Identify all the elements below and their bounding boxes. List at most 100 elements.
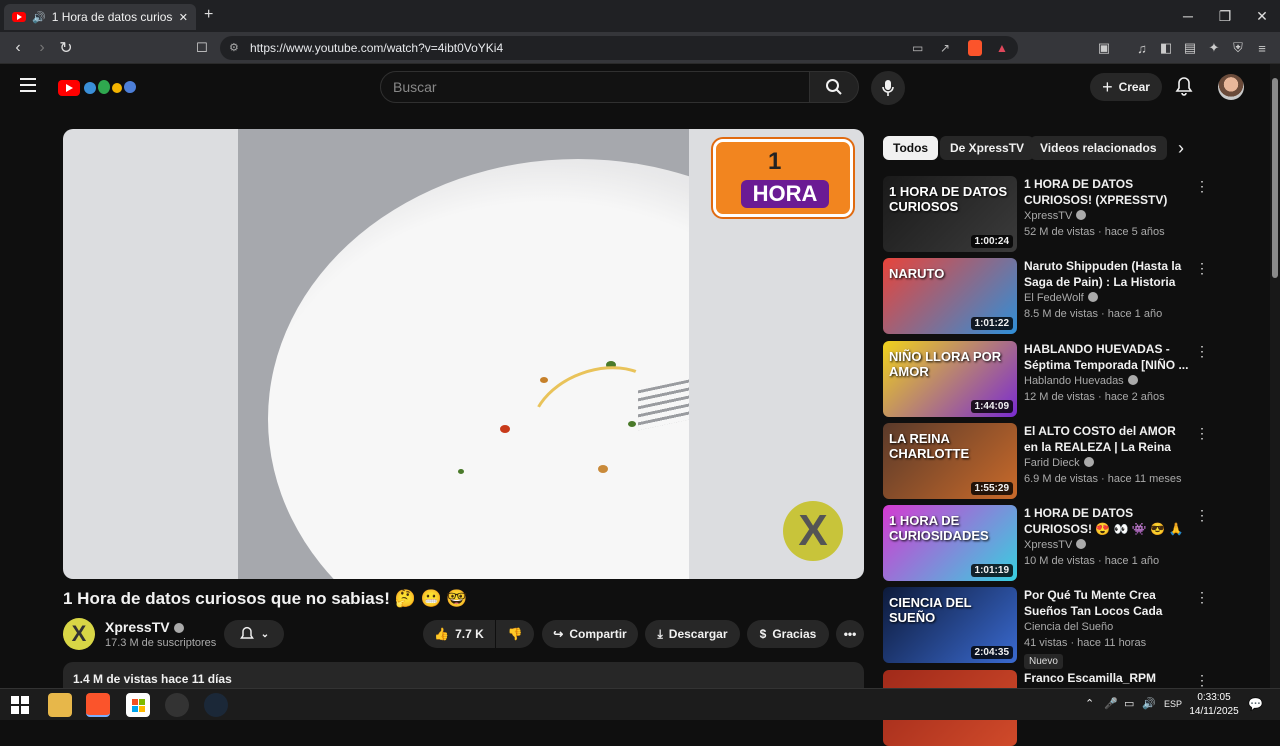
more-vertical-icon[interactable]: ⋮ <box>1195 178 1209 195</box>
recommended-channel-name[interactable]: XpressTV <box>1024 210 1087 222</box>
file-explorer-icon[interactable] <box>48 693 72 717</box>
recommended-channel-name[interactable]: Hablando Huevadas <box>1024 375 1138 387</box>
thanks-button[interactable]: $ Gracias <box>747 620 829 648</box>
video-thumbnail[interactable]: NARUTO 1:01:22 <box>883 258 1017 334</box>
search-button[interactable] <box>809 71 859 103</box>
recommended-video-title[interactable]: HABLANDO HUEVADAS - Séptima Temporada [N… <box>1024 341 1189 373</box>
tab-close-icon[interactable]: ✕ <box>179 11 188 24</box>
notification-center-icon[interactable]: 💬 <box>1248 697 1263 711</box>
share-label: Compartir <box>569 627 627 641</box>
system-clock[interactable]: 0:33:05 14/11/2025 <box>1188 691 1240 719</box>
video-thumbnail[interactable]: NIÑO LLORA POR AMOR 1:44:09 <box>883 341 1017 417</box>
download-button[interactable]: ⤓ Descargar <box>645 620 740 648</box>
user-avatar[interactable] <box>1218 74 1244 100</box>
forward-icon[interactable]: › <box>30 36 54 60</box>
like-button[interactable]: 👍 7.7 K <box>423 620 495 648</box>
cast-icon[interactable]: ▭ <box>912 36 923 60</box>
video-duration: 1:01:22 <box>970 317 1013 330</box>
network-icon[interactable]: ▭ <box>1124 697 1134 710</box>
more-vertical-icon[interactable]: ⋮ <box>1195 589 1209 606</box>
recommended-video[interactable]: 1 HORA DE CURIOSIDADES 1:01:19 1 HORA DE D… <box>883 505 1213 581</box>
chips-next-icon[interactable]: › <box>1178 138 1184 159</box>
language-indicator[interactable]: ESP <box>1164 699 1182 709</box>
chip-todos[interactable]: Todos <box>883 136 939 160</box>
back-icon[interactable]: ‹ <box>6 36 30 60</box>
microphone-tray-icon[interactable]: 🎤 <box>1104 697 1118 710</box>
youtube-logo[interactable] <box>58 78 138 98</box>
notifications-button[interactable] <box>1174 76 1196 98</box>
recommended-video[interactable]: 1 HORA DE DATOS CURIOSOS 1:00:24 1 HORA DE… <box>883 176 1213 252</box>
sidebar-icon[interactable]: ◧ <box>1158 40 1174 56</box>
recommended-video-title[interactable]: El ALTO COSTO del AMOR en la REALEZA | L… <box>1024 423 1189 455</box>
new-tab-button[interactable]: + <box>204 6 213 24</box>
brave-shield-icon[interactable] <box>968 40 982 56</box>
more-actions-button[interactable]: ••• <box>836 620 864 648</box>
windows-start-icon[interactable] <box>8 693 32 717</box>
share-icon[interactable]: ↗ <box>940 36 950 60</box>
dislike-button[interactable]: 👎 <box>496 620 534 648</box>
recommended-video[interactable]: LA REINA CHARLOTTE 1:55:29 El ALTO COSTO d… <box>883 423 1213 499</box>
recommended-video-title[interactable]: 1 HORA DE DATOS CURIOSOS! 😍 👀 👾 😎 🙏 [Xpr… <box>1024 505 1189 537</box>
chip-videos-relacionados[interactable]: Videos relacionados <box>1030 136 1167 160</box>
brave-rewards-icon[interactable]: ▲ <box>996 36 1008 60</box>
channel-avatar[interactable]: X <box>63 618 95 650</box>
video-duration: 1:01:19 <box>970 564 1013 577</box>
video-thumbnail[interactable]: 1 HORA DE DATOS CURIOSOS 1:00:24 <box>883 176 1017 252</box>
more-horizontal-icon: ••• <box>843 627 857 641</box>
recommended-channel-name[interactable]: XpressTV <box>1024 539 1087 551</box>
steam-icon[interactable] <box>204 693 228 717</box>
search-input[interactable]: Buscar <box>380 71 810 103</box>
volume-icon[interactable]: 🔊 <box>1142 697 1156 710</box>
more-vertical-icon[interactable]: ⋮ <box>1195 343 1209 360</box>
video-player[interactable]: 1 HORA X <box>63 129 864 579</box>
recommended-video[interactable]: CIENCIA DEL SUEÑO 2:04:35 Por Qué Tu Mente… <box>883 587 1213 669</box>
page-scrollbar[interactable] <box>1270 64 1280 688</box>
share-button[interactable]: ↪ Compartir <box>542 620 638 648</box>
browser-menu-icon[interactable]: ≡ <box>1254 40 1270 56</box>
recommended-video[interactable]: NARUTO 1:01:22 Naruto Shippuden (Hasta la … <box>883 258 1213 334</box>
bookmark-icon[interactable]: ☐ <box>190 36 214 60</box>
subscription-bell-button[interactable]: ⌄ <box>224 620 284 648</box>
recommended-channel-name[interactable]: El FedeWolf <box>1024 292 1098 304</box>
restore-button[interactable]: ❐ <box>1207 0 1243 32</box>
recommended-video[interactable]: NIÑO LLORA POR AMOR 1:44:09 HABLANDO HUEVA… <box>883 341 1213 417</box>
video-thumbnail[interactable]: LA REINA CHARLOTTE 1:55:29 <box>883 423 1017 499</box>
video-thumbnail[interactable]: CIENCIA DEL SUEÑO 2:04:35 <box>883 587 1017 663</box>
recommended-video-title[interactable]: Naruto Shippuden (Hasta la Saga de Pain)… <box>1024 258 1189 290</box>
more-vertical-icon[interactable]: ⋮ <box>1195 507 1209 524</box>
site-info-icon[interactable]: ⚙ <box>229 36 239 60</box>
music-icon[interactable]: ♫ <box>1134 40 1150 56</box>
more-vertical-icon[interactable]: ⋮ <box>1195 672 1209 689</box>
wallet-icon[interactable]: ▤ <box>1182 40 1198 56</box>
address-bar[interactable]: ⚙ https://www.youtube.com/watch?v=4ibt0V… <box>220 36 1018 60</box>
recommended-channel-name[interactable]: Farid Dieck <box>1024 457 1094 469</box>
brave-browser-icon[interactable] <box>86 693 110 717</box>
reload-icon[interactable]: ↻ <box>54 36 78 60</box>
microsoft-store-icon[interactable] <box>126 693 150 717</box>
obs-studio-icon[interactable] <box>165 693 189 717</box>
scrollbar-thumb[interactable] <box>1272 78 1278 278</box>
close-window-button[interactable]: ✕ <box>1244 0 1280 32</box>
tray-chevron-up-icon[interactable]: ⌃ <box>1085 697 1094 710</box>
recommended-channel-name[interactable]: Ciencia del Sueño <box>1024 621 1113 633</box>
recommended-video-title[interactable]: 1 HORA DE DATOS CURIOSOS! (XPRESSTV) <box>1024 176 1189 208</box>
video-duration: 1:00:24 <box>970 235 1013 248</box>
leo-ai-icon[interactable]: ✦ <box>1206 40 1222 56</box>
video-thumbnail[interactable]: 1 HORA DE CURIOSIDADES 1:01:19 <box>883 505 1017 581</box>
minimize-button[interactable]: ─ <box>1170 0 1206 32</box>
create-button[interactable]: + Crear <box>1090 73 1162 101</box>
badge-text: HORA <box>741 180 829 208</box>
channel-name[interactable]: XpressTV <box>105 619 184 635</box>
recommended-video-title[interactable]: Por Qué Tu Mente Crea Sueños Tan Locos C… <box>1024 587 1189 619</box>
more-vertical-icon[interactable]: ⋮ <box>1195 260 1209 277</box>
hamburger-icon[interactable] <box>20 78 36 92</box>
vpn-icon[interactable]: ⛨ <box>1230 40 1246 56</box>
more-vertical-icon[interactable]: ⋮ <box>1195 425 1209 442</box>
audio-playing-icon[interactable]: 🔊 <box>32 11 46 24</box>
voice-search-button[interactable] <box>871 71 905 105</box>
reader-mode-icon[interactable]: ▣ <box>1096 40 1112 56</box>
badge-number: 1 <box>768 148 782 175</box>
browser-tab-active[interactable]: 🔊 1 Hora de datos curiosos que ✕ <box>4 4 196 30</box>
chip-de-xpresstv[interactable]: De XpressTV <box>940 136 1035 160</box>
recommended-video-meta: 6.9 M de vistas · hace 11 meses <box>1024 473 1182 485</box>
